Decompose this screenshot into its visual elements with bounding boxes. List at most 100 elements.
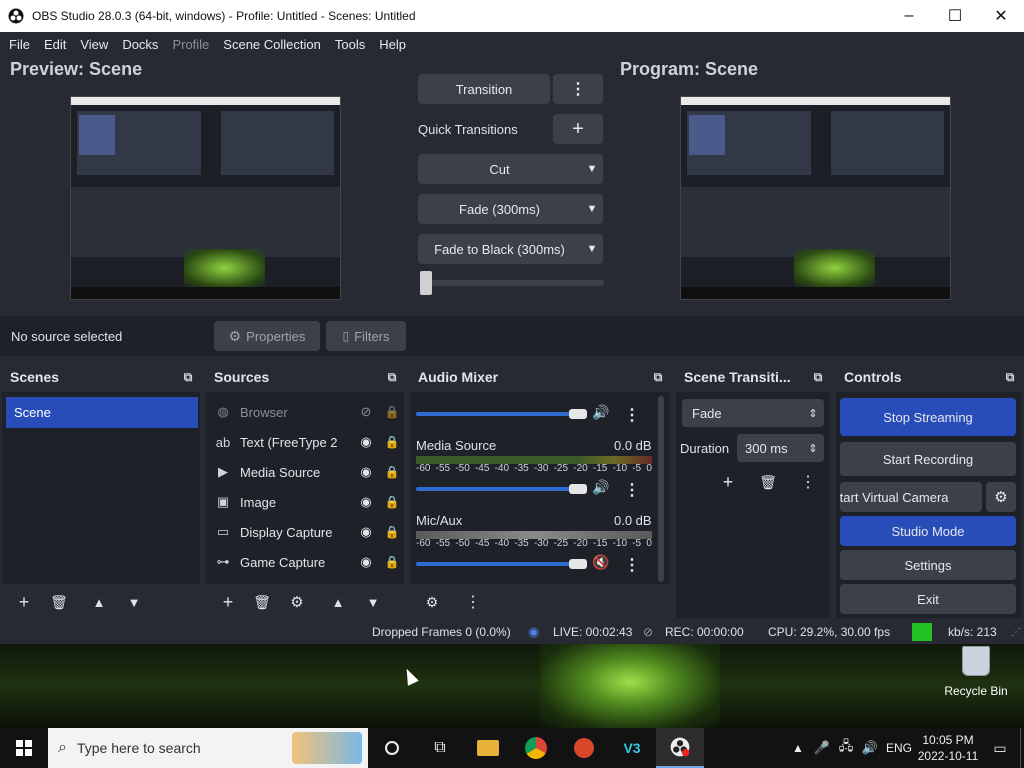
- exit-button[interactable]: Exit: [840, 584, 1016, 614]
- transition-properties-button[interactable]: ⋮: [794, 470, 822, 494]
- channel-2-volume-knob[interactable]: [569, 559, 587, 569]
- fade-transition-select[interactable]: Fade (300ms) ▼: [418, 194, 603, 224]
- t-bar-handle[interactable]: [420, 271, 432, 295]
- channel-0-volume-slider[interactable]: [416, 412, 584, 416]
- v3d-button[interactable]: V3: [608, 728, 656, 768]
- channel-1-volume-knob[interactable]: [569, 484, 587, 494]
- lock-icon[interactable]: 🔒: [380, 405, 404, 419]
- properties-button[interactable]: ⚙ Properties: [214, 321, 320, 351]
- move-source-down-button[interactable]: ▼: [359, 590, 387, 614]
- channel-2-menu-button[interactable]: ⋮: [620, 553, 644, 577]
- eye-icon[interactable]: ◉: [352, 554, 380, 570]
- channel-0-menu-button[interactable]: ⋮: [620, 403, 644, 427]
- add-quick-transition-button[interactable]: +: [553, 114, 603, 144]
- advanced-audio-button[interactable]: ⚙: [418, 590, 446, 614]
- eye-icon[interactable]: ◉: [352, 524, 380, 540]
- taskbar-search-box[interactable]: ⌕ Type here to search: [48, 728, 368, 768]
- eye-hidden-icon[interactable]: ⊘: [352, 404, 380, 420]
- speaker-icon[interactable]: 🔊: [592, 404, 609, 421]
- source-row-image[interactable]: ▣ Image ◉ 🔒: [206, 487, 404, 517]
- remove-transition-button[interactable]: 🗑: [754, 470, 782, 494]
- source-row-display-capture[interactable]: ▭ Display Capture ◉ 🔒: [206, 517, 404, 547]
- add-scene-button[interactable]: +: [10, 590, 38, 614]
- show-hidden-icons[interactable]: ▲: [786, 741, 810, 755]
- show-desktop-button[interactable]: [1020, 728, 1024, 768]
- lock-icon[interactable]: 🔒: [380, 435, 404, 449]
- windows-start-button[interactable]: [0, 728, 48, 768]
- scene-transition-select[interactable]: Fade ⇕: [682, 399, 824, 427]
- source-row-browser[interactable]: ◍ Browser ⊘ 🔒: [206, 397, 404, 427]
- speaker-muted-icon[interactable]: 🔇: [592, 554, 609, 571]
- duration-spinbox[interactable]: 300 ms ⇕: [737, 434, 824, 462]
- undock-icon[interactable]: ⧉: [998, 370, 1022, 385]
- cortana-button[interactable]: [368, 728, 416, 768]
- start-virtual-camera-button[interactable]: Start Virtual Camera: [840, 482, 982, 512]
- notifications-button[interactable]: ▭: [980, 740, 1020, 757]
- audio-mixer-menu-button[interactable]: ⋮: [459, 590, 487, 614]
- fade-to-black-select[interactable]: Fade to Black (300ms) ▼: [418, 234, 603, 264]
- volume-icon[interactable]: 🔊: [858, 740, 882, 756]
- add-transition-button[interactable]: +: [714, 470, 742, 494]
- menu-docks[interactable]: Docks: [115, 37, 165, 52]
- task-view-button[interactable]: ⧉: [416, 728, 464, 768]
- network-icon[interactable]: 🖧: [834, 737, 858, 759]
- undock-icon[interactable]: ⧉: [380, 370, 404, 385]
- menu-file[interactable]: File: [2, 37, 37, 52]
- minimize-button[interactable]: –: [886, 0, 932, 32]
- menu-profile[interactable]: Profile: [165, 37, 216, 52]
- start-recording-button[interactable]: Start Recording: [840, 442, 1016, 476]
- preview-canvas[interactable]: [70, 96, 341, 300]
- clock[interactable]: 10:05 PM 2022-10-11: [916, 732, 980, 764]
- channel-0-volume-knob[interactable]: [569, 409, 587, 419]
- maximize-button[interactable]: ☐: [932, 0, 978, 32]
- channel-1-volume-slider[interactable]: [416, 487, 584, 491]
- undock-icon[interactable]: ⧉: [646, 370, 670, 385]
- scene-item-scene[interactable]: Scene: [6, 397, 198, 428]
- remove-scene-button[interactable]: 🗑: [45, 590, 73, 614]
- eye-icon[interactable]: ◉: [352, 434, 380, 450]
- eye-icon[interactable]: ◉: [352, 464, 380, 480]
- cut-transition-select[interactable]: Cut ▼: [418, 154, 603, 184]
- remove-source-button[interactable]: 🗑: [248, 590, 276, 614]
- add-source-button[interactable]: +: [214, 590, 242, 614]
- filters-button[interactable]: ▯ Filters: [326, 321, 406, 351]
- transition-menu-button[interactable]: ⋮: [553, 74, 603, 104]
- menu-tools[interactable]: Tools: [328, 37, 372, 52]
- virtual-camera-settings-button[interactable]: ⚙: [986, 482, 1016, 512]
- settings-button[interactable]: Settings: [840, 550, 1016, 580]
- app-red-button[interactable]: [560, 728, 608, 768]
- move-source-up-button[interactable]: ▲: [324, 590, 352, 614]
- channel-2-volume-slider[interactable]: [416, 562, 584, 566]
- move-scene-up-button[interactable]: ▲: [85, 590, 113, 614]
- source-row-media[interactable]: ▶ Media Source ◉ 🔒: [206, 457, 404, 487]
- move-scene-down-button[interactable]: ▼: [120, 590, 148, 614]
- menu-view[interactable]: View: [73, 37, 115, 52]
- lock-icon[interactable]: 🔒: [380, 555, 404, 569]
- source-properties-button[interactable]: ⚙: [283, 590, 311, 614]
- recycle-bin[interactable]: Recycle Bin: [940, 646, 1012, 706]
- eye-icon[interactable]: ◉: [352, 494, 380, 510]
- stop-streaming-button[interactable]: Stop Streaming: [840, 398, 1016, 436]
- microphone-icon[interactable]: 🎤: [810, 740, 834, 756]
- channel-1-menu-button[interactable]: ⋮: [620, 478, 644, 502]
- undock-icon[interactable]: ⧉: [806, 370, 830, 385]
- file-explorer-button[interactable]: [464, 728, 512, 768]
- speaker-icon[interactable]: 🔊: [592, 479, 609, 496]
- lock-icon[interactable]: 🔒: [380, 525, 404, 539]
- transition-button[interactable]: Transition: [418, 74, 550, 104]
- close-button[interactable]: ✕: [978, 0, 1024, 32]
- studio-mode-button[interactable]: Studio Mode: [840, 516, 1016, 546]
- obs-taskbar-button[interactable]: [656, 728, 704, 768]
- menu-scene-collection[interactable]: Scene Collection: [216, 37, 328, 52]
- lock-icon[interactable]: 🔒: [380, 495, 404, 509]
- chrome-button[interactable]: [512, 728, 560, 768]
- audio-scrollbar[interactable]: [658, 396, 664, 582]
- language-indicator[interactable]: ENG: [882, 741, 916, 755]
- lock-icon[interactable]: 🔒: [380, 465, 404, 479]
- t-bar-track[interactable]: [420, 280, 604, 286]
- menu-edit[interactable]: Edit: [37, 37, 73, 52]
- source-row-text[interactable]: ab Text (FreeType 2 ◉ 🔒: [206, 427, 404, 457]
- menu-help[interactable]: Help: [372, 37, 413, 52]
- source-row-game-capture[interactable]: ⊶ Game Capture ◉ 🔒: [206, 547, 404, 577]
- resize-grip-icon[interactable]: ⋰: [1011, 627, 1021, 638]
